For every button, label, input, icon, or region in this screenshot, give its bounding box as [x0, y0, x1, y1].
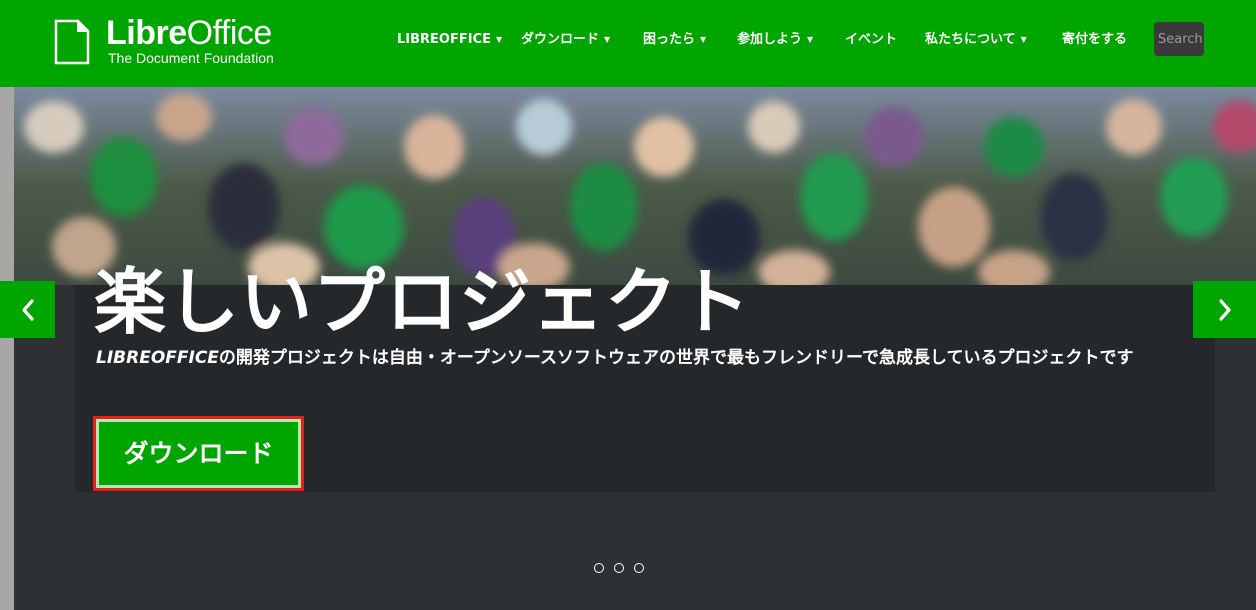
nav-item-events[interactable]: イベント	[845, 29, 897, 51]
nav-item-libreoffice[interactable]: LIBREOFFICE ▼	[397, 29, 502, 52]
caret-down-icon: ▼	[604, 35, 611, 44]
nav-item-donate[interactable]: 寄付をする	[1062, 29, 1127, 51]
nav-item-about-us[interactable]: 私たちについて ▼	[925, 29, 1027, 52]
nav-item-help[interactable]: 困ったら ▼	[643, 29, 706, 52]
carousel-next-button[interactable]	[1193, 281, 1256, 338]
carousel-prev-button[interactable]	[0, 281, 55, 338]
logo-tagline: The Document Foundation	[108, 50, 274, 66]
logo-wordmark: LibreOffice	[106, 14, 272, 52]
carousel-dot[interactable]	[614, 563, 624, 573]
site-header: LibreOffice The Document Foundation LIBR…	[0, 0, 1256, 87]
nav-item-get-involved[interactable]: 参加しよう ▼	[737, 29, 813, 52]
carousel-indicators	[594, 563, 654, 575]
caret-down-icon: ▼	[807, 35, 814, 44]
chevron-right-icon	[1218, 298, 1231, 321]
caret-down-icon: ▼	[1020, 35, 1027, 44]
carousel-dot[interactable]	[594, 563, 604, 573]
hero-headline: 楽しいプロジェクト	[94, 260, 752, 344]
caret-down-icon: ▼	[496, 35, 503, 44]
hero-subtitle: LIBREOFFICEの開発プロジェクトは自由・オープンソースソフトウェアの世界…	[96, 346, 1196, 371]
subtitle-brand: LIBREOFFICE	[96, 348, 219, 368]
page-left-edge	[0, 87, 14, 610]
document-logo-icon	[54, 19, 90, 65]
subtitle-text: の開発プロジェクトは自由・オープンソースソフトウェアの世界で最もフレンドリーで急…	[218, 348, 1134, 368]
chevron-left-icon	[21, 298, 34, 321]
nav-item-download[interactable]: ダウンロード ▼	[521, 29, 610, 52]
caret-down-icon: ▼	[700, 35, 707, 44]
search-input[interactable]	[1154, 22, 1204, 56]
carousel-dot[interactable]	[634, 563, 644, 573]
download-button[interactable]: ダウンロード	[93, 416, 304, 491]
libreoffice-logo[interactable]: LibreOffice The Document Foundation	[54, 14, 294, 69]
